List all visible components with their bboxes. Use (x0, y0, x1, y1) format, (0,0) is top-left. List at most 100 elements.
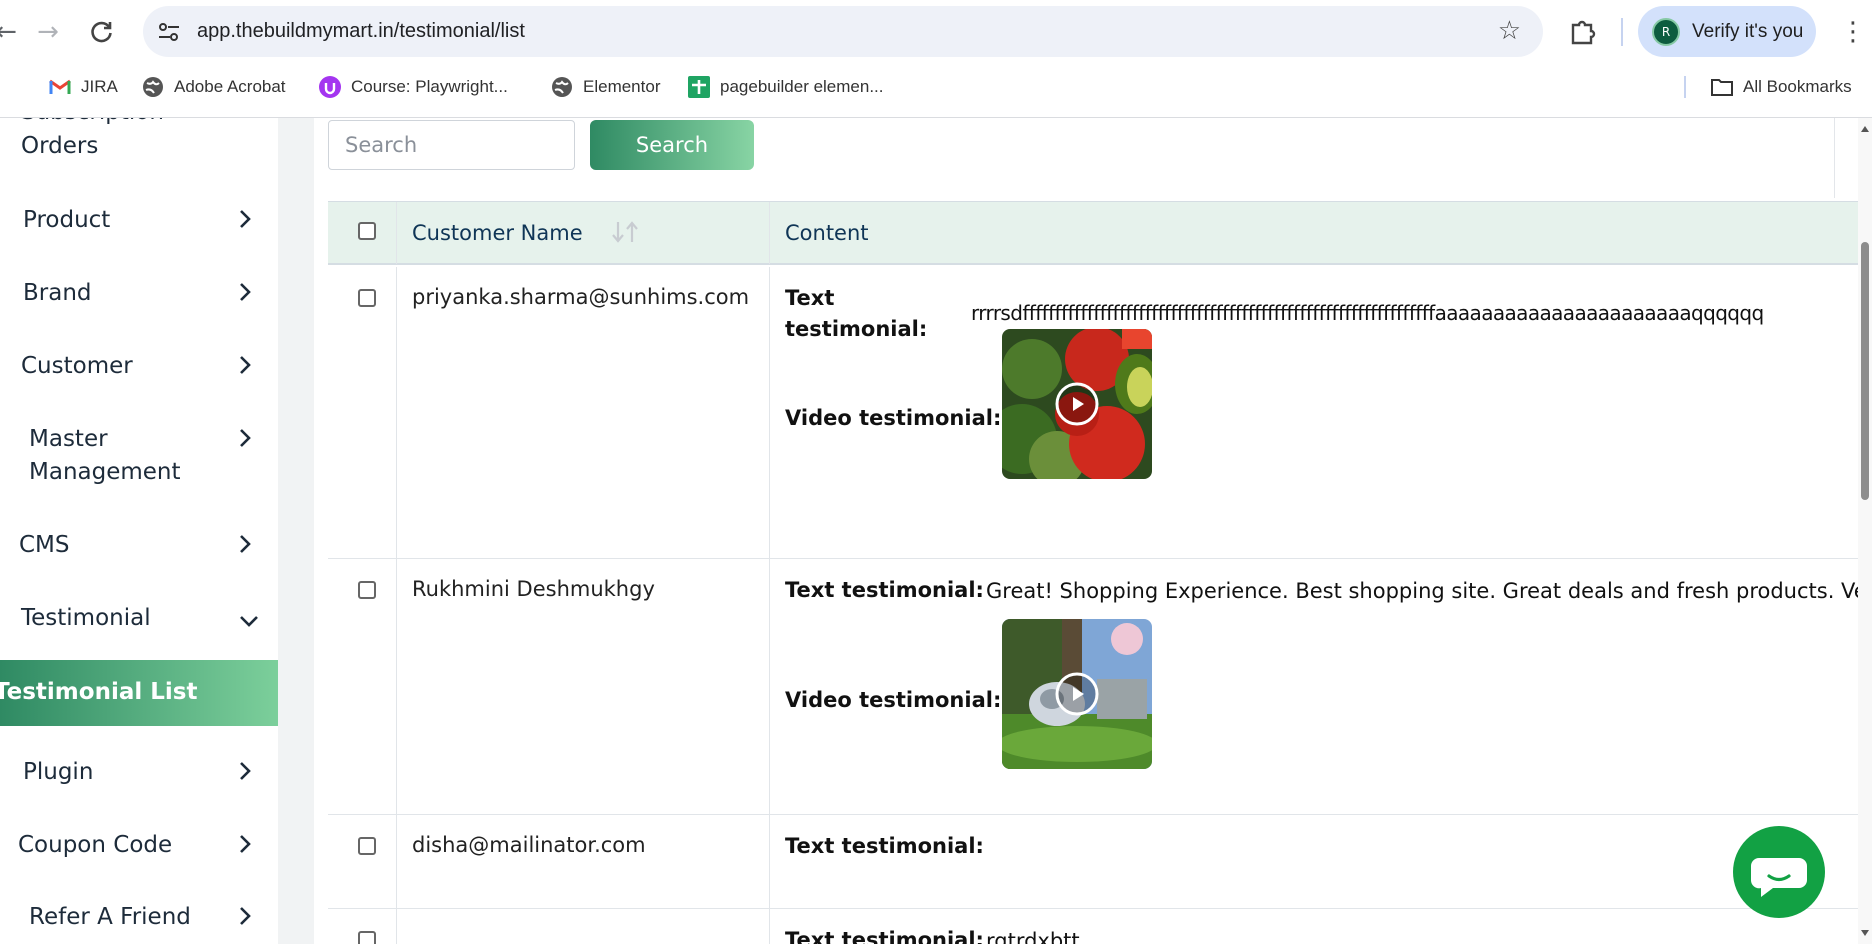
text-testimonial-label: Text testimonial: (785, 578, 984, 602)
sidebar-item-label: Testimonial List (0, 679, 198, 705)
sidebar-item-label: Brand (23, 280, 92, 306)
chat-widget-button[interactable] (1733, 826, 1825, 918)
sidebar-item-label: Orders (21, 133, 99, 159)
chevron-right-icon (240, 907, 251, 925)
column-divider (396, 559, 397, 815)
scrollbar-thumb[interactable] (1861, 242, 1869, 500)
sidebar-item-label: Customer (21, 353, 133, 379)
search-button[interactable]: Search (590, 120, 754, 170)
chevron-down-icon (240, 616, 258, 627)
play-icon[interactable] (1054, 381, 1100, 427)
folder-icon (1710, 75, 1734, 99)
sidebar-item-master-management[interactable]: Master Management (0, 423, 278, 493)
udemy-icon (318, 75, 342, 99)
select-all-checkbox[interactable] (358, 222, 376, 240)
column-divider (769, 267, 770, 559)
browser-menu-icon[interactable]: ⋮ (1840, 14, 1866, 50)
text-testimonial-value: Great! Shopping Experience. Best shoppin… (986, 579, 1864, 603)
site-settings-icon[interactable] (157, 20, 181, 44)
extensions-puzzle-icon[interactable] (1568, 16, 1598, 46)
column-divider (769, 202, 770, 264)
play-icon[interactable] (1054, 671, 1100, 717)
sidebar-divider (278, 118, 302, 944)
text-testimonial-value: rrrrsdffffffffffffffffffffffffffffffffff… (971, 301, 1764, 325)
text-testimonial-label: Text testimonial: (785, 286, 928, 341)
column-divider (769, 559, 770, 815)
text-testimonial-value: rqtrdxbtt (986, 929, 1080, 944)
sort-icon[interactable] (610, 220, 642, 244)
scroll-down-icon[interactable] (1858, 926, 1872, 940)
bookmark-label: JIRA (81, 77, 118, 96)
text-testimonial-label: Text testimonial: (785, 834, 984, 858)
bookmark-jira[interactable]: JIRA (48, 64, 118, 110)
column-divider (396, 815, 397, 909)
video-thumbnail[interactable] (1002, 619, 1152, 769)
column-divider (396, 267, 397, 559)
toolbar-divider (1621, 18, 1623, 46)
column-header-customer-name[interactable]: Customer Name (412, 202, 583, 264)
chevron-right-icon (240, 210, 251, 228)
bookmark-star-icon[interactable]: ☆ (1498, 18, 1521, 44)
table-row: Rukhmini Deshmukhgy Text testimonial: Gr… (328, 559, 1864, 815)
video-testimonial-label: Video testimonial: (785, 406, 1002, 430)
page-scrollbar[interactable] (1858, 118, 1872, 944)
sheets-plus-icon (687, 75, 711, 99)
all-bookmarks-button[interactable]: All Bookmarks (1710, 64, 1852, 110)
chevron-right-icon (240, 762, 251, 780)
chevron-right-icon (240, 356, 251, 374)
search-input[interactable] (328, 120, 575, 170)
url-text[interactable]: app.thebuildmymart.in/testimonial/list (197, 6, 525, 57)
bookmark-pagebuilder[interactable]: pagebuilder elemen... (687, 64, 884, 110)
column-divider (396, 202, 397, 264)
reload-icon[interactable] (84, 14, 120, 50)
sidebar-item-label: Refer A Friend (29, 904, 191, 930)
back-arrow-icon[interactable]: ← (0, 14, 24, 50)
profile-verify-button[interactable]: R Verify it's you (1638, 6, 1816, 57)
bookmark-label: Elementor (583, 77, 661, 96)
table-row: disha@mailinator.com Text testimonial: (328, 815, 1864, 909)
sidebar-item-label: CMS (19, 532, 70, 558)
sidebar-item-testimonial-list[interactable]: Testimonial List (0, 660, 278, 726)
table-header: Customer Name Content (328, 201, 1864, 265)
bookmark-adobe-acrobat[interactable]: Adobe Acrobat (141, 64, 286, 110)
bookmark-course-playwright[interactable]: Course: Playwright... (318, 64, 508, 110)
row-checkbox[interactable] (358, 931, 376, 944)
chevron-right-icon (240, 835, 251, 853)
column-divider (769, 909, 770, 944)
forward-arrow-icon[interactable]: → (30, 14, 66, 50)
chevron-right-icon (240, 429, 251, 447)
row-checkbox[interactable] (358, 837, 376, 855)
sidebar-item-label: Product (23, 207, 111, 233)
row-checkbox[interactable] (358, 581, 376, 599)
video-thumbnail[interactable] (1002, 329, 1152, 479)
sidebar-nav: Subscription Orders Product Brand Custom… (0, 118, 278, 944)
row-checkbox[interactable] (358, 289, 376, 307)
column-divider (396, 909, 397, 944)
bookmark-label: All Bookmarks (1743, 77, 1852, 96)
sidebar-item-label: Testimonial (21, 605, 151, 631)
chevron-right-icon (240, 283, 251, 301)
address-bar[interactable]: app.thebuildmymart.in/testimonial/list ☆ (143, 6, 1543, 57)
video-testimonial-label: Video testimonial: (785, 688, 1002, 712)
bookmark-label: Adobe Acrobat (174, 77, 286, 96)
bookmark-elementor[interactable]: Elementor (550, 64, 660, 110)
scroll-up-icon[interactable] (1858, 122, 1872, 136)
column-divider (769, 815, 770, 909)
text-testimonial-label: Text testimonial: (785, 928, 984, 944)
bookmarks-bar: JIRA Adobe Acrobat Course: Playwright...… (0, 64, 1872, 118)
bookmarks-divider (1684, 76, 1686, 98)
globe-icon (141, 75, 165, 99)
panel-divider (1834, 118, 1835, 198)
testimonial-panel: Search Customer Name Content priyanka.sh… (314, 118, 1864, 944)
verify-label: Verify it's you (1692, 21, 1804, 42)
sidebar-item-label: Subscription (21, 118, 164, 129)
chevron-right-icon (240, 535, 251, 553)
sidebar-item-label: Coupon Code (18, 832, 173, 858)
customer-name: Rukhmini Deshmukhgy (412, 577, 655, 601)
customer-name: priyanka.sharma@sunhims.com (412, 285, 750, 309)
main-content: Search Customer Name Content priyanka.sh… (302, 118, 1872, 944)
globe-icon (550, 75, 574, 99)
bookmark-label: pagebuilder elemen... (720, 77, 884, 96)
table-row: priyanka.sharma@sunhims.com Text testimo… (328, 267, 1864, 559)
gmail-icon (48, 75, 72, 99)
